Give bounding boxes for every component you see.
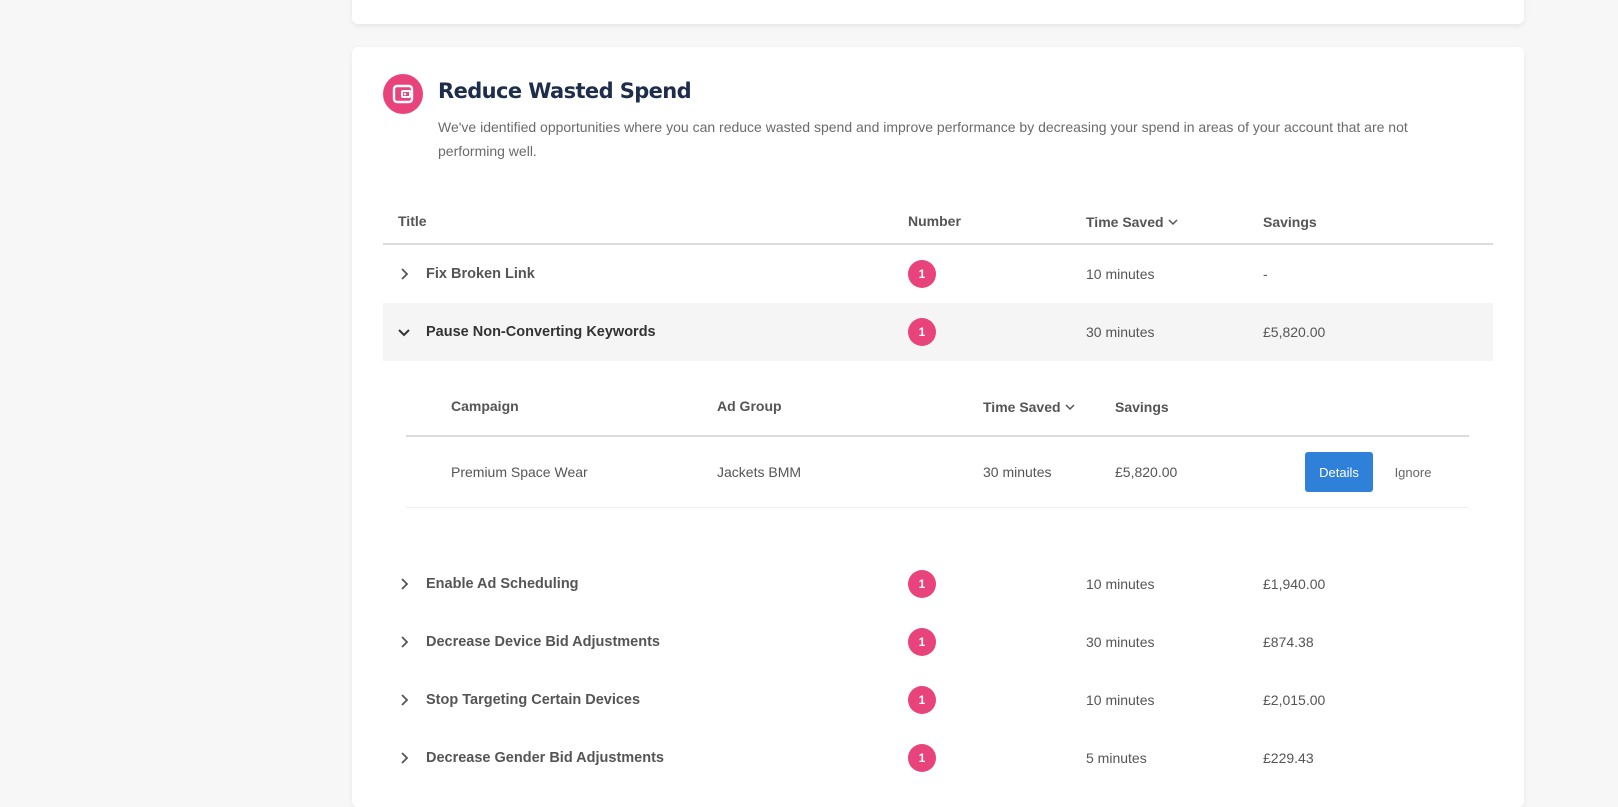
- chevron-right-icon[interactable]: [397, 751, 411, 765]
- table-row[interactable]: Decrease Device Bid Adjustments 1 30 min…: [383, 613, 1493, 671]
- chevron-down-icon: [1065, 404, 1075, 411]
- row-time-saved: 10 minutes: [1086, 692, 1155, 708]
- row-savings: -: [1263, 266, 1268, 282]
- table-row[interactable]: Decrease Gender Bid Adjustments 1 5 minu…: [383, 729, 1493, 787]
- header-savings: Savings: [1115, 399, 1169, 415]
- row-title: Decrease Device Bid Adjustments: [426, 634, 660, 650]
- table-row-expanded[interactable]: Pause Non-Converting Keywords 1 30 minut…: [383, 303, 1493, 361]
- details-button[interactable]: Details: [1305, 452, 1373, 492]
- subheader-time-saved[interactable]: Time Saved: [983, 399, 1075, 415]
- chevron-right-icon[interactable]: [397, 635, 411, 649]
- row-time-saved: 30 minutes: [1086, 634, 1155, 650]
- table-header: Title Number Time Saved Savings: [383, 199, 1493, 245]
- subtable-header: Campaign Ad Group Time Saved Savings: [406, 383, 1469, 437]
- header-time-saved-label: Time Saved: [1086, 214, 1164, 230]
- row-savings: £1,940.00: [1263, 576, 1326, 592]
- row-title: Enable Ad Scheduling: [426, 576, 579, 592]
- row-title: Fix Broken Link: [426, 266, 535, 282]
- header-ad-group: Ad Group: [717, 398, 782, 414]
- section-description: We've identified opportunities where you…: [438, 119, 1408, 159]
- chevron-down-icon[interactable]: [397, 325, 411, 339]
- row-savings: £5,820.00: [1263, 324, 1326, 340]
- row-time-saved: 10 minutes: [1086, 266, 1155, 282]
- wallet-icon: [383, 74, 423, 114]
- count-badge: 1: [908, 744, 936, 772]
- sub-time-saved: 30 minutes: [983, 464, 1052, 480]
- row-savings: £229.43: [1263, 750, 1314, 766]
- count-badge: 1: [908, 628, 936, 656]
- row-title: Decrease Gender Bid Adjustments: [426, 750, 664, 766]
- subheader-time-saved-label: Time Saved: [983, 399, 1061, 415]
- chevron-right-icon[interactable]: [397, 577, 411, 591]
- ignore-button[interactable]: Ignore: [1386, 452, 1440, 492]
- count-badge: 1: [908, 686, 936, 714]
- row-savings: £2,015.00: [1263, 692, 1326, 708]
- count-badge: 1: [908, 260, 936, 288]
- section-title: Reduce Wasted Spend: [438, 79, 692, 103]
- row-savings: £874.38: [1263, 634, 1314, 650]
- header-time-saved[interactable]: Time Saved: [1086, 214, 1178, 230]
- header-savings: Savings: [1263, 214, 1317, 230]
- row-time-saved: 30 minutes: [1086, 324, 1155, 340]
- chevron-down-icon: [1168, 219, 1178, 226]
- campaign-name: Premium Space Wear: [451, 464, 588, 480]
- row-time-saved: 10 minutes: [1086, 576, 1155, 592]
- row-title: Pause Non-Converting Keywords: [426, 324, 656, 340]
- reduce-wasted-spend-card: Reduce Wasted Spend We've identified opp…: [352, 47, 1524, 807]
- chevron-right-icon[interactable]: [397, 267, 411, 281]
- count-badge: 1: [908, 570, 936, 598]
- header-campaign: Campaign: [451, 398, 519, 414]
- chevron-right-icon[interactable]: [397, 693, 411, 707]
- previous-section-card: [352, 0, 1524, 24]
- header-number: Number: [908, 213, 961, 229]
- ad-group-name: Jackets BMM: [717, 464, 802, 480]
- opportunities-table: Title Number Time Saved Savings Fix Brok…: [383, 199, 1493, 787]
- count-badge: 1: [908, 318, 936, 346]
- row-time-saved: 5 minutes: [1086, 750, 1147, 766]
- row-title: Stop Targeting Certain Devices: [426, 692, 641, 708]
- expanded-detail-panel: Campaign Ad Group Time Saved Savings Pre…: [383, 361, 1493, 555]
- subtable-row: Premium Space Wear Jackets BMM 30 minute…: [406, 437, 1469, 508]
- header-title: Title: [398, 213, 427, 229]
- table-row[interactable]: Enable Ad Scheduling 1 10 minutes £1,940…: [383, 555, 1493, 613]
- sub-savings: £5,820.00: [1115, 464, 1178, 480]
- table-row[interactable]: Stop Targeting Certain Devices 1 10 minu…: [383, 671, 1493, 729]
- keywords-subtable: Campaign Ad Group Time Saved Savings Pre…: [406, 383, 1469, 508]
- table-row[interactable]: Fix Broken Link 1 10 minutes -: [383, 245, 1493, 303]
